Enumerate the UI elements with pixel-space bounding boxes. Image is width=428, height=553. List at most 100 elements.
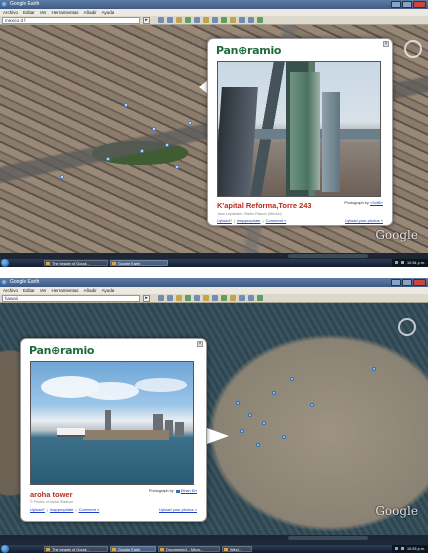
menu-anadir[interactable]: Añadir	[84, 287, 97, 294]
photo-pin[interactable]	[310, 403, 314, 407]
photo-pin[interactable]	[372, 367, 376, 371]
menu-ayuda[interactable]: Ayuda	[102, 287, 115, 294]
placemark-icon[interactable]	[167, 295, 173, 301]
tour-icon[interactable]	[203, 17, 209, 23]
photo-pin[interactable]	[272, 391, 276, 395]
close-window-button[interactable]	[413, 279, 426, 286]
path-icon[interactable]	[185, 295, 191, 301]
menu-editar[interactable]: Editar	[23, 287, 35, 294]
comment-link[interactable]: Comment »	[266, 218, 287, 223]
inappropriate-link[interactable]: Inappropriate	[237, 218, 261, 223]
taskbar-item-browser[interactable]: The beauty of Googl...	[44, 546, 108, 552]
panoramio-photo[interactable]	[30, 361, 194, 485]
photo-pin[interactable]	[262, 421, 266, 425]
sun-icon[interactable]	[221, 295, 227, 301]
email-icon[interactable]	[248, 295, 254, 301]
ruler-icon[interactable]	[239, 17, 245, 23]
clock[interactable]: 10:53 p.m.	[407, 547, 425, 551]
photo-title[interactable]: aroha tower	[30, 490, 73, 499]
placemark-icon[interactable]	[167, 17, 173, 23]
taskbar-item-google-earth[interactable]: Google Earth	[110, 546, 156, 552]
view-controls[interactable]	[288, 536, 368, 540]
search-input[interactable]: hawaii	[2, 295, 140, 302]
network-icon[interactable]	[394, 547, 398, 550]
print-icon[interactable]	[257, 17, 263, 23]
panoramio-photo[interactable]	[217, 61, 381, 197]
planets-icon[interactable]	[230, 295, 236, 301]
volume-icon[interactable]	[400, 547, 404, 550]
email-icon[interactable]	[248, 17, 254, 23]
photo-pin[interactable]	[236, 401, 240, 405]
photo-pin[interactable]	[124, 103, 128, 107]
photo-title[interactable]: K'apital Reforma,Torre 243	[217, 201, 312, 210]
network-icon[interactable]	[394, 261, 398, 264]
menu-editar[interactable]: Editar	[23, 9, 35, 16]
menu-archivo[interactable]: Archivo	[3, 9, 18, 16]
photo-pin[interactable]	[282, 435, 286, 439]
maximize-button[interactable]	[402, 279, 412, 286]
maximize-button[interactable]	[402, 1, 412, 8]
menu-ver[interactable]: Ver	[40, 287, 47, 294]
start-button[interactable]	[1, 545, 9, 553]
history-icon[interactable]	[212, 17, 218, 23]
photo-pin[interactable]	[240, 429, 244, 433]
sidebar-toggle-icon[interactable]	[158, 17, 164, 23]
minimize-button[interactable]	[391, 1, 401, 8]
photographer-link[interactable]: <Sofi9>	[370, 201, 383, 205]
polygon-icon[interactable]	[176, 295, 182, 301]
menu-anadir[interactable]: Añadir	[84, 9, 97, 16]
photo-pin[interactable]	[140, 149, 144, 153]
overlay-icon[interactable]	[194, 17, 200, 23]
photographer-link[interactable]: Ethan KH	[181, 489, 197, 493]
clock[interactable]: 10:54 p.m.	[407, 261, 425, 265]
search-input[interactable]: mexico d f	[2, 17, 140, 24]
toolbar: mexico d f ▸	[0, 16, 428, 25]
photo-pin[interactable]	[290, 377, 294, 381]
volume-icon[interactable]	[400, 261, 404, 264]
tour-icon[interactable]	[203, 295, 209, 301]
menu-herramientas[interactable]: Herramientas	[52, 287, 79, 294]
print-icon[interactable]	[257, 295, 263, 301]
start-button[interactable]	[1, 259, 9, 267]
close-icon[interactable]: ×	[197, 341, 203, 347]
upload-link[interactable]: Upload?	[30, 507, 45, 512]
overlay-icon[interactable]	[194, 295, 200, 301]
taskbar-item-browser[interactable]: The beauty of Googl...	[44, 260, 108, 266]
close-window-button[interactable]	[413, 1, 426, 8]
minimize-button[interactable]	[391, 279, 401, 286]
menu-ver[interactable]: Ver	[40, 9, 47, 16]
navigation-compass-icon[interactable]	[404, 40, 422, 58]
menu-herramientas[interactable]: Herramientas	[52, 9, 79, 16]
photo-pin[interactable]	[60, 175, 64, 179]
search-button[interactable]: ▸	[143, 295, 150, 302]
search-button[interactable]: ▸	[143, 17, 150, 24]
taskbar-item-word[interactable]: Documento1 - Micro...	[158, 546, 220, 552]
upload-link[interactable]: Upload?	[217, 218, 232, 223]
upload-your-photos-link[interactable]: Upload your photos »	[159, 507, 197, 512]
photo-pin[interactable]	[248, 413, 252, 417]
close-icon[interactable]: ×	[383, 41, 389, 47]
path-icon[interactable]	[185, 17, 191, 23]
polygon-icon[interactable]	[176, 17, 182, 23]
inappropriate-link[interactable]: Inappropriate	[50, 507, 74, 512]
taskbar-item-window[interactable]: Wind...	[222, 546, 252, 552]
comment-link[interactable]: Comment »	[79, 507, 100, 512]
photo-pin[interactable]	[106, 157, 110, 161]
upload-your-photos-link[interactable]: Upload your photos »	[345, 218, 383, 223]
photo-pin[interactable]	[175, 165, 179, 169]
sun-icon[interactable]	[221, 17, 227, 23]
photo-pin[interactable]	[188, 121, 192, 125]
taskbar-item-google-earth[interactable]: Google Earth	[110, 260, 168, 266]
planets-icon[interactable]	[230, 17, 236, 23]
photo-pin[interactable]	[256, 443, 260, 447]
photo-pin[interactable]	[152, 127, 156, 131]
photo-pin[interactable]	[165, 143, 169, 147]
view-controls[interactable]	[288, 254, 368, 258]
history-icon[interactable]	[212, 295, 218, 301]
ruler-icon[interactable]	[239, 295, 245, 301]
sidebar-toggle-icon[interactable]	[158, 295, 164, 301]
menu-ayuda[interactable]: Ayuda	[102, 9, 115, 16]
navigation-compass-icon[interactable]	[398, 318, 416, 336]
menu-archivo[interactable]: Archivo	[3, 287, 18, 294]
taskbar-item-label: The beauty of Googl...	[52, 548, 90, 552]
